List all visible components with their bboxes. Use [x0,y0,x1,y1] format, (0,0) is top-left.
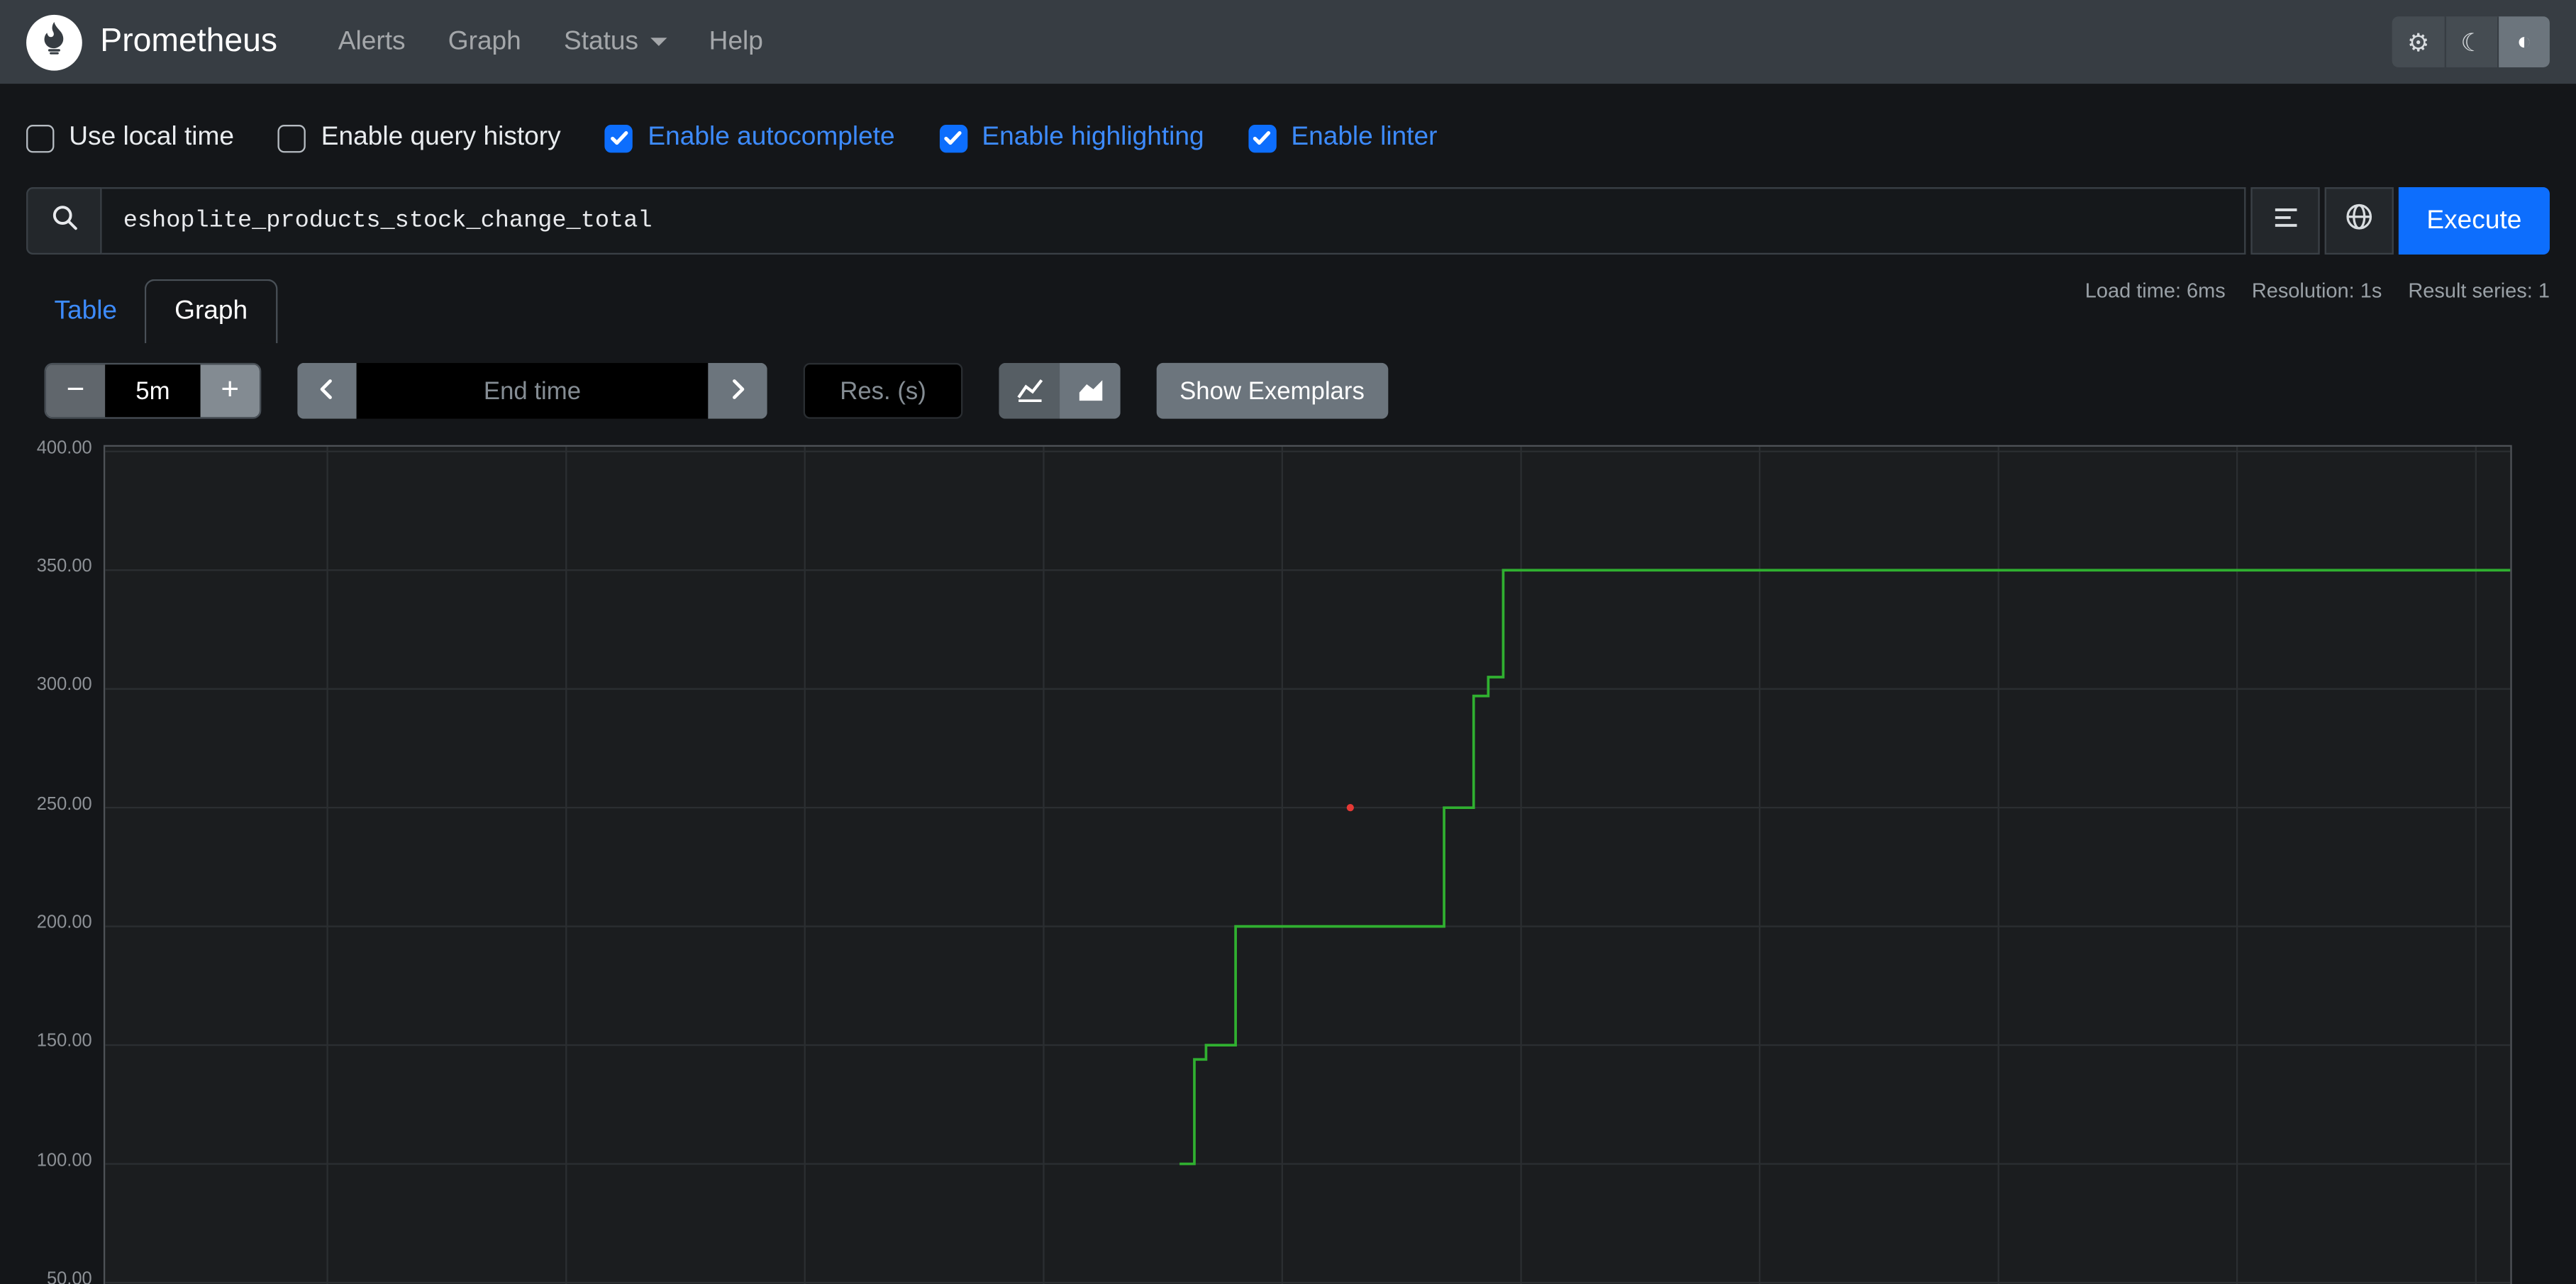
moon-icon: ☾ [2460,28,2483,57]
plus-icon: + [221,372,240,408]
prometheus-app: Prometheus Alerts Graph Status Help ⚙ ☾ … [0,0,2576,1284]
tab-table[interactable]: Table [26,281,145,343]
chevron-left-icon [316,377,338,405]
globe-icon [2344,202,2374,240]
enable-autocomplete-checkbox[interactable]: Enable autocomplete [605,123,895,153]
main-nav: Alerts Graph Status Help [317,0,784,84]
line-chart-icon [1016,375,1043,406]
graph-controls: − + Show Exemplars [44,362,2550,419]
expression-input[interactable] [101,187,2246,255]
auto-theme-button[interactable]: ◐ [2497,16,2550,67]
line-chart-button[interactable] [999,362,1060,419]
query-stats: Load time: 6ms Resolution: 1s Result ser… [2085,279,2550,302]
y-axis-tick-label: 350.00 [36,557,92,577]
time-forward-button[interactable] [708,362,767,419]
search-icon [50,203,78,239]
y-axis-tick-label: 100.00 [36,1151,92,1171]
torch-flame-icon [36,20,72,65]
end-time-input[interactable] [356,362,709,419]
check-icon [610,131,628,145]
checkbox-box [1248,123,1277,152]
checkbox-label: Enable highlighting [982,123,1204,152]
y-axis-tick-label: 150.00 [36,1032,92,1052]
y-axis-tick-label: 300.00 [36,676,92,696]
decrease-range-button[interactable]: − [45,364,106,418]
increase-range-button[interactable]: + [200,364,260,418]
checkbox-box [939,123,967,152]
settings-button[interactable]: ⚙ [2392,16,2445,67]
result-series-stat: Result series: 1 [2408,279,2550,303]
nav-link-status[interactable]: Status [543,27,688,57]
metrics-explorer-button[interactable] [2324,187,2394,255]
range-input-group: − + [44,362,262,419]
chevron-right-icon [726,377,749,405]
end-time-group [297,362,767,419]
resolution-stat: Resolution: 1s [2251,279,2382,303]
enable-query-history-checkbox[interactable]: Enable query history [278,123,561,153]
chart-svg [105,447,2511,1284]
query-options-row: Use local time Enable query history Enab… [0,84,2576,169]
show-exemplars-button[interactable]: Show Exemplars [1156,362,1388,419]
navbar: Prometheus Alerts Graph Status Help ⚙ ☾ … [0,0,2576,84]
graph-panel: 400.00 350.00 300.00 250.00 200.00 150.0… [0,438,2576,1284]
format-lines-icon [2271,203,2299,239]
load-time-stat: Load time: 6ms [2084,279,2226,303]
contrast-icon: ◐ [2516,28,2532,56]
check-icon [1253,131,1272,145]
minus-icon: − [66,372,85,408]
y-axis-tick-label: 50.00 [46,1269,92,1284]
resolution-input[interactable] [803,362,963,419]
checkbox-label: Enable linter [1291,123,1438,152]
use-local-time-checkbox[interactable]: Use local time [26,123,234,153]
plot-area[interactable] [103,445,2512,1284]
checkbox-label: Enable autocomplete [648,123,895,152]
prometheus-logo[interactable] [26,13,82,70]
y-axis-tick-label: 250.00 [36,794,92,815]
chart-type-toggle [999,362,1121,419]
nav-link-help[interactable]: Help [688,27,784,57]
check-icon [944,131,962,145]
nav-link-graph[interactable]: Graph [427,27,543,57]
checkbox-box [26,123,55,152]
stacked-chart-icon [1077,375,1103,406]
tab-bar: Table Graph Load time: 6ms Resolution: 1… [26,274,2550,344]
search-button[interactable] [26,187,102,255]
range-input[interactable] [105,364,201,418]
gear-icon: ⚙ [2407,28,2430,57]
theme-button-group: ⚙ ☾ ◐ [2392,16,2550,67]
tab-graph[interactable]: Graph [145,279,277,344]
nav-link-status-label: Status [564,27,639,55]
time-back-button[interactable] [297,362,357,419]
checkbox-box [605,123,633,152]
checkbox-box [278,123,306,152]
stacked-chart-button[interactable] [1060,362,1121,419]
y-axis-tick-label: 400.00 [36,438,92,459]
execute-button[interactable]: Execute [2398,187,2550,255]
checkbox-label: Use local time [69,123,235,152]
brand-title[interactable]: Prometheus [100,23,277,60]
enable-linter-checkbox[interactable]: Enable linter [1248,123,1437,153]
checkbox-label: Enable query history [321,123,561,152]
enable-highlighting-checkbox[interactable]: Enable highlighting [939,123,1204,153]
caret-down-icon [650,37,667,45]
nav-link-alerts[interactable]: Alerts [317,27,427,57]
format-expression-button[interactable] [2250,187,2320,255]
query-bar: Execute [26,187,2550,255]
y-axis-tick-label: 200.00 [36,913,92,933]
dark-theme-button[interactable]: ☾ [2444,16,2497,67]
